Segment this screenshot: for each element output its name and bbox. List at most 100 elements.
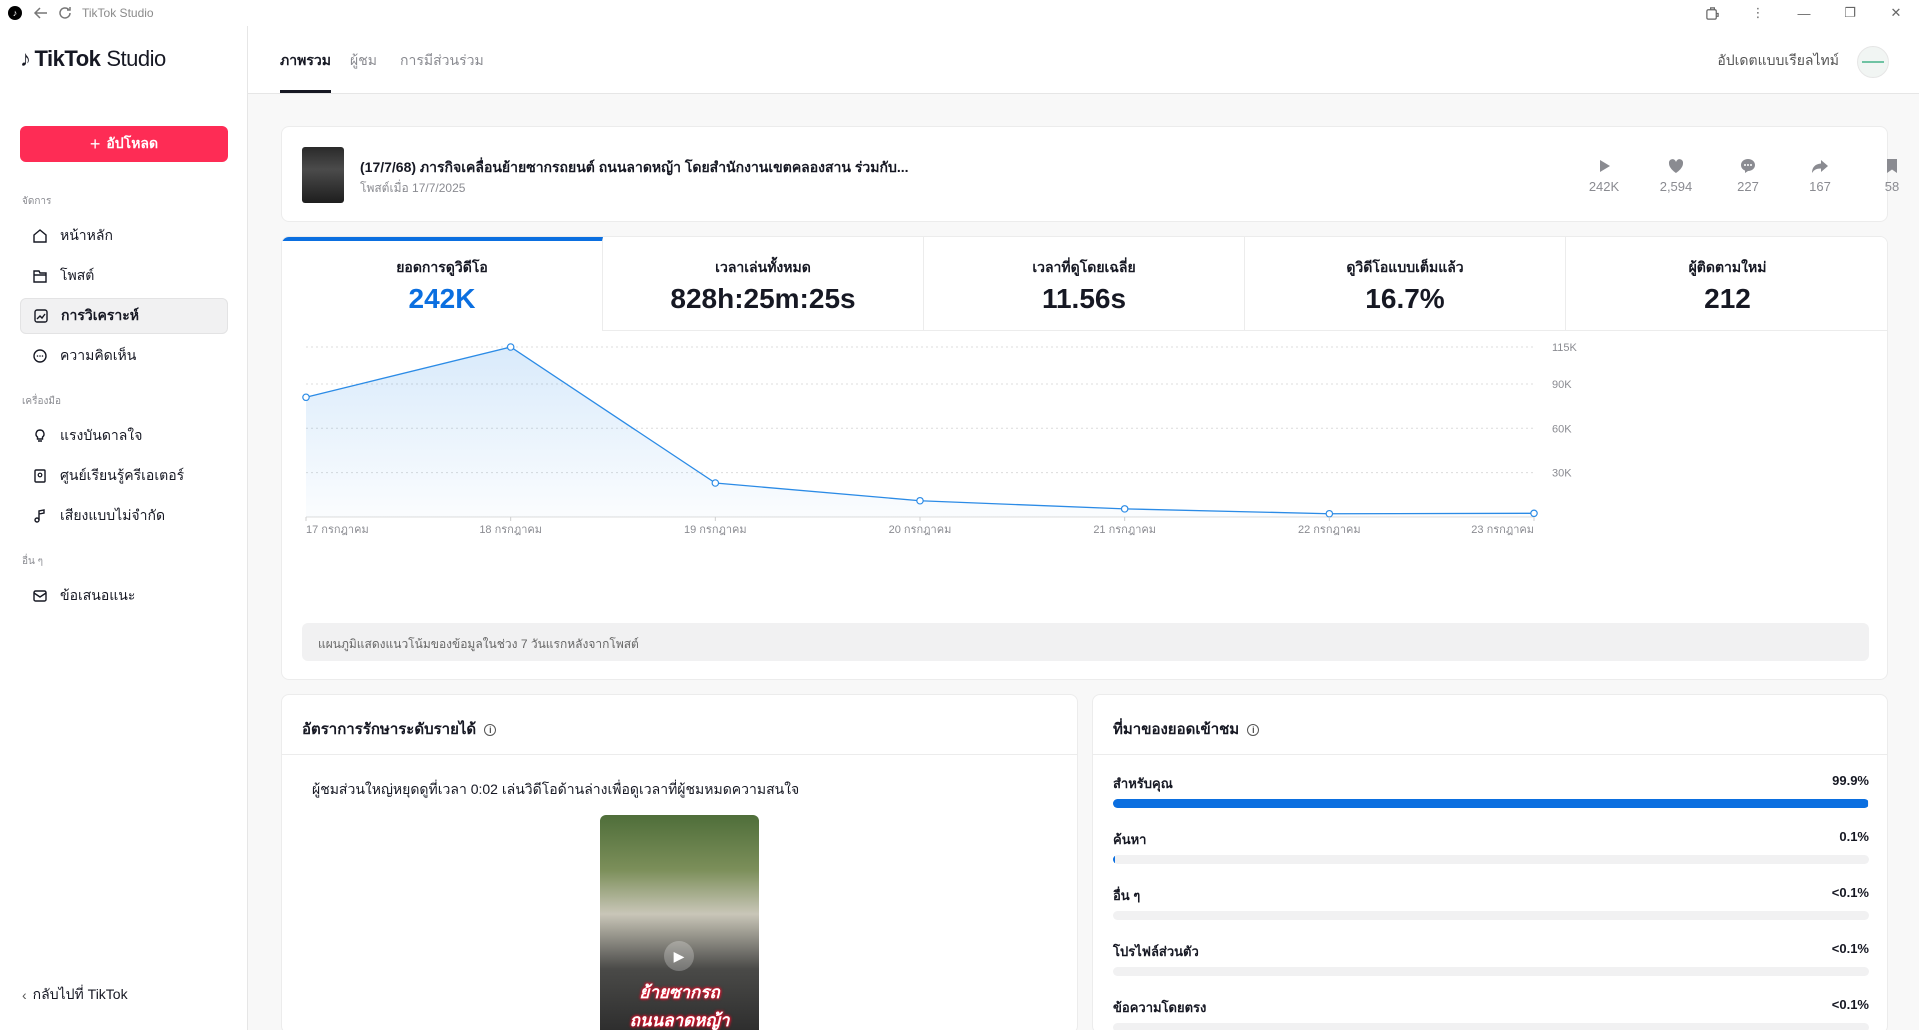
sidebar-item-creator-academy[interactable]: ศูนย์เรียนรู้ครีเอเตอร์: [20, 458, 228, 494]
chart-data-point: [916, 496, 924, 505]
traffic-header: ที่มาของยอดเข้าชม i: [1093, 695, 1887, 755]
views-chart-svg: 30K 60K 90K 115K 17 กรกฎาคม 18 กรกฎาคม 19 กรกฎ…: [302, 342, 1578, 536]
section-label-tools: เครื่องมือ: [22, 396, 61, 407]
chart-y-tick-label: 30K: [1552, 468, 1572, 480]
tiktok-app-icon: ♪: [8, 6, 22, 20]
reload-icon[interactable]: [54, 2, 76, 24]
comment-bubble-icon: [1741, 159, 1755, 173]
metric-tab-full-watch[interactable]: ดูวิดีโอแบบเต็มแล้ว 16.7%: [1245, 237, 1566, 331]
chart-data-point: [711, 479, 720, 487]
sidebar-item-home[interactable]: หน้าหลัก: [20, 218, 228, 254]
stat-shares-value: 167: [1809, 179, 1831, 194]
window-title: TikTok Studio: [82, 6, 154, 20]
chart-data-point: [506, 343, 515, 351]
traffic-source-card: ที่มาของยอดเข้าชม i สำหรับคุณ 99.9% ค้นหา 0…: [1092, 694, 1888, 1030]
window-titlebar: ♪ TikTok Studio ⋮ — ❐ ✕: [0, 0, 1919, 26]
sidebar-item-inspiration[interactable]: แรงบันดาลใจ: [20, 418, 228, 454]
upload-button[interactable]: + อัปโหลด: [20, 126, 228, 162]
play-icon[interactable]: ▶: [664, 941, 694, 971]
chart-data-point: [1325, 509, 1334, 518]
chart-y-tick-label: 90K: [1552, 379, 1572, 391]
chart-y-tick-label: 60K: [1552, 423, 1572, 435]
metric-value: 212: [1704, 283, 1751, 314]
bookmark-icon: [1887, 159, 1897, 173]
metric-value: 828h:25m:25s: [670, 283, 856, 314]
sidebar-item-unlimited-sounds[interactable]: เสียงแบบไม่จำกัด: [20, 498, 228, 534]
tiktok-note-icon: ♪: [20, 46, 31, 71]
traffic-source-label: โปรไฟล์ส่วนตัว: [1113, 944, 1199, 959]
mail-icon: [33, 590, 47, 602]
sidebar-item-comments[interactable]: ความคิดเห็น: [20, 338, 228, 374]
info-icon[interactable]: i: [484, 724, 497, 736]
brand-logo[interactable]: ♪ TikTok Studio: [20, 46, 166, 72]
section-label-manage: จัดการ: [22, 196, 52, 207]
sidebar-item-feedback[interactable]: ข้อเสนอแนะ: [20, 578, 228, 614]
close-icon[interactable]: ✕: [1873, 0, 1919, 26]
metric-label: ดูวิดีโอแบบเต็มแล้ว: [1346, 259, 1464, 275]
tab-overview[interactable]: ภาพรวม: [280, 50, 331, 93]
lightbulb-icon: [35, 429, 45, 442]
info-icon[interactable]: i: [1247, 724, 1260, 736]
post-thumbnail[interactable]: [302, 147, 344, 203]
live-update-label[interactable]: อัปเดตแบบเรียลไทม์: [1717, 50, 1839, 72]
sidebar-item-label: การวิเคราะห์: [61, 307, 139, 323]
brand-studio: Studio: [106, 46, 166, 71]
metric-tab-total-play-time[interactable]: เวลาเล่นทั้งหมด 828h:25m:25s: [603, 237, 924, 331]
stat-comments-value: 227: [1737, 179, 1759, 194]
chart-note: แผนภูมิแสดงแนวโน้มของข้อมูลในช่วง 7 วันแ…: [302, 623, 1869, 661]
book-icon: [34, 469, 46, 483]
traffic-source-percent: 99.9%: [1832, 773, 1869, 788]
sidebar-item-label: ศูนย์เรียนรู้ครีเอเตอร์: [60, 467, 185, 483]
more-menu-icon[interactable]: ⋮: [1735, 0, 1781, 26]
chart-data-point: [302, 393, 310, 402]
chart-y-tick-label: 115K: [1552, 342, 1578, 354]
minimize-icon[interactable]: —: [1781, 0, 1827, 26]
traffic-source-label: ข้อความโดยตรง: [1113, 1000, 1207, 1015]
sidebar-item-label: เสียงแบบไม่จำกัด: [60, 507, 166, 523]
metric-label: เวลาที่ดูโดยเฉลี่ย: [1032, 259, 1136, 275]
traffic-source-row: ค้นหา 0.1%: [1113, 829, 1869, 864]
stat-views-value: 242K: [1588, 179, 1620, 194]
brand-name: TikTok: [34, 46, 101, 71]
sidebar-item-analytics[interactable]: การวิเคราะห์: [20, 298, 228, 334]
heart-icon: [1668, 159, 1684, 173]
sidebar-item-label: โพสต์: [60, 267, 95, 283]
chart-x-tick-label: 23 กรกฎาคม: [1471, 524, 1534, 536]
avatar[interactable]: [1857, 46, 1889, 78]
traffic-source-bar: [1113, 1023, 1869, 1030]
sidebar-item-posts[interactable]: โพสต์: [20, 258, 228, 294]
post-summary-card: (17/7/68) ภารกิจเคลื่อนย้ายซากรถยนต์ ถนน…: [281, 126, 1899, 222]
metric-tab-views[interactable]: ยอดการดูวิดีโอ 242K: [282, 237, 603, 331]
back-arrow-icon[interactable]: [30, 2, 52, 24]
metric-tab-avg-watch-time[interactable]: เวลาที่ดูโดยเฉลี่ย 11.56s: [924, 237, 1245, 331]
traffic-source-row: โปรไฟล์ส่วนตัว <0.1%: [1113, 941, 1869, 976]
metric-label: ผู้ติดตามใหม่: [1688, 259, 1767, 275]
sidebar-item-label: หน้าหลัก: [60, 227, 113, 243]
traffic-source-percent: 0.1%: [1839, 829, 1869, 844]
tab-engagement[interactable]: การมีส่วนร่วม: [400, 50, 484, 90]
analytics-icon: [34, 309, 48, 323]
extension-icon[interactable]: [1689, 0, 1735, 26]
metric-tab-new-followers[interactable]: ผู้ติดตามใหม่ 212: [1566, 237, 1887, 331]
traffic-source-bar: [1113, 967, 1869, 976]
upload-label: อัปโหลด: [106, 135, 159, 151]
metrics-chart-card: ยอดการดูวิดีโอ 242K เวลาเล่นทั้งหมด 828h…: [281, 236, 1888, 680]
stat-views: 242K: [1574, 157, 1634, 194]
play-icon: [1600, 160, 1610, 172]
traffic-title: ที่มาของยอดเข้าชม: [1113, 721, 1240, 738]
retention-text: ผู้ชมส่วนใหญ่หยุดดูที่เวลา 0:02 เล่นวิดี…: [312, 781, 800, 797]
back-to-tiktok-link[interactable]: ‹ กลับไปที่ TikTok: [22, 984, 128, 1006]
home-icon: [33, 229, 47, 243]
sidebar-item-label: แรงบันดาลใจ: [60, 427, 143, 443]
traffic-source-bar-fill: [1113, 799, 1869, 808]
traffic-source-bar: [1113, 911, 1869, 920]
metric-label: ยอดการดูวิดีโอ: [396, 259, 488, 275]
stat-likes: 2,594: [1646, 157, 1706, 194]
stat-likes-value: 2,594: [1659, 179, 1693, 194]
views-chart: 30K 60K 90K 115K 17 กรกฎาคม 18 กรกฎาคม 19 กรกฎ…: [282, 331, 1887, 661]
retention-video-thumbnail[interactable]: ▶ ย้ายซากรถ ถนนลาดหญ้า: [600, 815, 759, 1030]
chart-x-tick-label: 17 กรกฎาคม: [306, 524, 369, 536]
maximize-icon[interactable]: ❐: [1827, 0, 1873, 26]
section-label-other: อื่น ๆ: [22, 556, 43, 567]
tab-viewers[interactable]: ผู้ชม: [350, 50, 377, 90]
